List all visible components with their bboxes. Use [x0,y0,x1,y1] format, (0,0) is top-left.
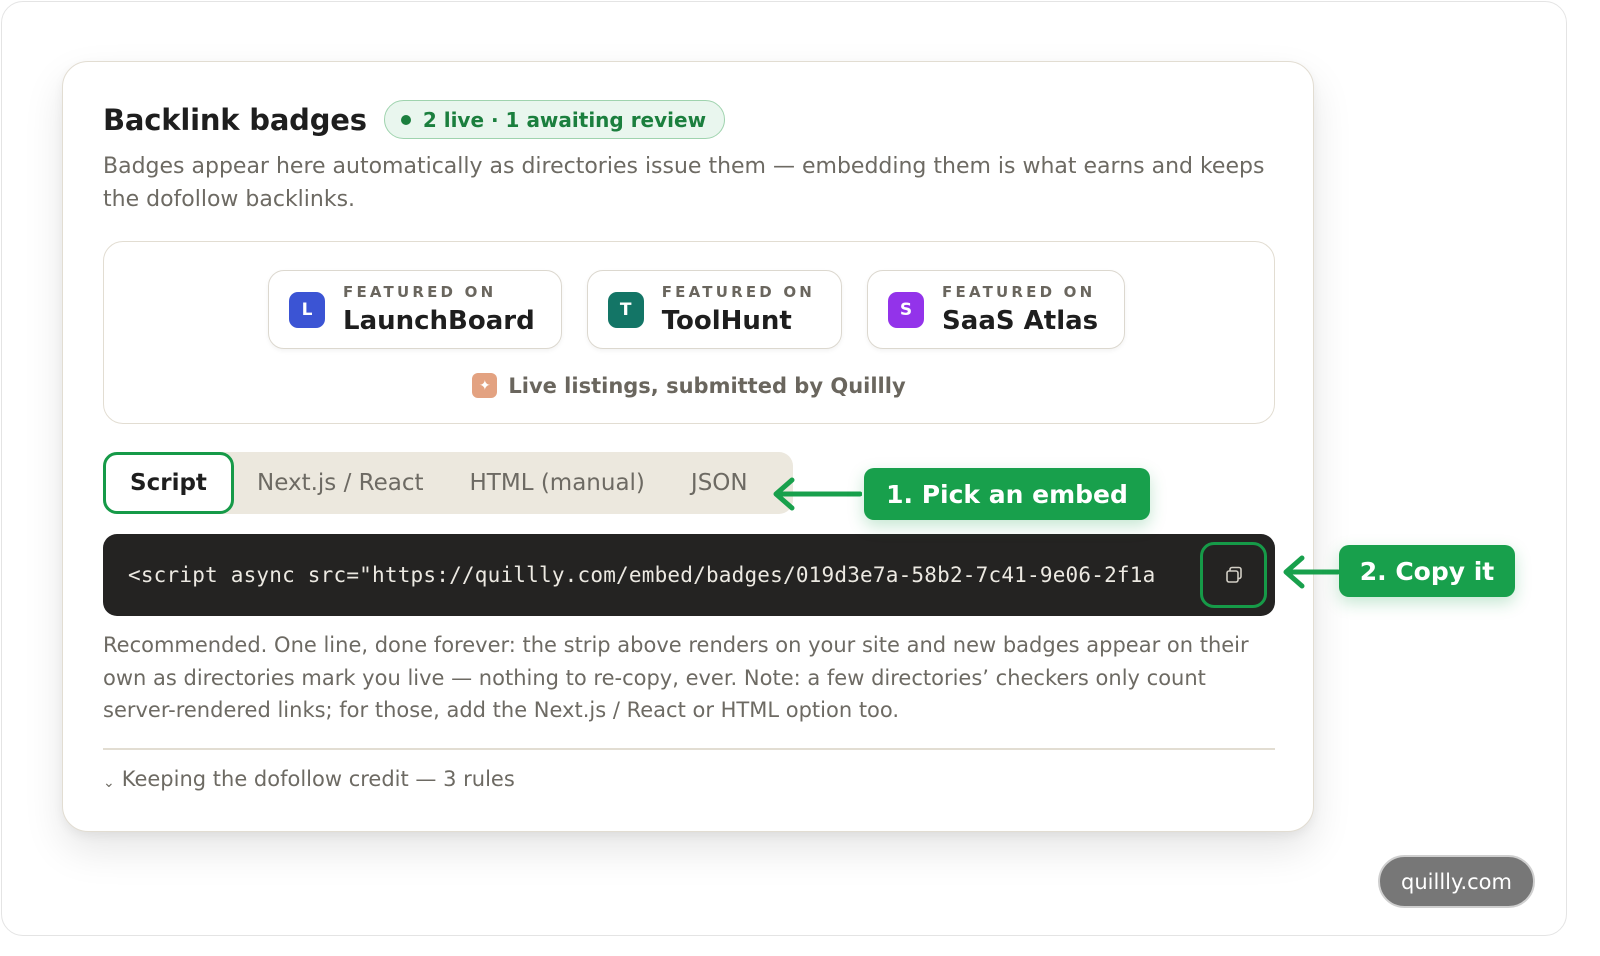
copy-icon [1225,566,1242,583]
tab-script[interactable]: Script [103,452,234,514]
badge-name: SaaS Atlas [942,306,1099,336]
copy-button[interactable] [1200,542,1267,608]
embed-note: Recommended. One line, done forever: the… [103,633,1249,722]
card-title: Backlink badges [103,102,367,137]
badge-list: L FEATURED ON LaunchBoard T FEATURED ON … [268,270,1126,349]
callout-pick-embed: 1. Pick an embed [864,468,1150,520]
badge-kicker: FEATURED ON [343,283,497,301]
status-text: 2 live · 1 awaiting review [422,107,707,132]
chevron-down-icon: ⌄ [103,775,115,791]
callout-copy-it: 2. Copy it [1339,545,1515,597]
badge-kicker: FEATURED ON [661,283,816,301]
attribution-link[interactable]: ✦ Live listings, submitted by Quillly [104,373,1274,398]
card-header: Backlink badges 2 live · 1 awaiting revi… [103,100,726,139]
tab-html-manual[interactable]: HTML (manual) [447,452,668,514]
status-dot-icon [400,114,411,125]
arrow-left-icon [773,477,862,511]
rules-label: Keeping the dofollow credit — 3 rules [121,767,515,791]
badge-name: LaunchBoard [343,306,535,336]
embed-code-snippet[interactable]: <script async src="https://quillly.com/e… [128,534,1198,616]
tab-nextjs-react[interactable]: Next.js / React [234,452,447,514]
badge-preview-strip: L FEATURED ON LaunchBoard T FEATURED ON … [103,241,1275,424]
card-description: Badges appear here automatically as dire… [103,154,1265,212]
saas-atlas-logo-icon: S [888,291,925,328]
backlink-badges-card: Backlink badges 2 live · 1 awaiting revi… [62,61,1314,832]
rules-disclosure[interactable]: ⌄ Keeping the dofollow credit — 3 rules [103,767,515,791]
launchboard-logo-icon: L [289,291,325,328]
site-watermark: quillly.com [1378,855,1535,908]
badge-name: ToolHunt [661,306,792,336]
badge-saas-atlas[interactable]: S FEATURED ON SaaS Atlas [867,270,1126,349]
sparkle-icon: ✦ [472,373,498,398]
status-badge: 2 live · 1 awaiting review [383,100,726,139]
attribution-text: Live listings, submitted by Quillly [508,373,906,398]
embed-tabs: Script Next.js / React HTML (manual) JSO… [103,452,793,514]
toolhunt-logo-icon: T [607,291,644,328]
arrow-left-icon [1283,555,1340,589]
tab-json[interactable]: JSON [668,452,771,514]
badge-kicker: FEATURED ON [942,283,1096,301]
badge-toolhunt[interactable]: T FEATURED ON ToolHunt [586,270,843,349]
embed-code-block: <script async src="https://quillly.com/e… [103,534,1275,616]
divider [103,748,1275,750]
badge-launchboard[interactable]: L FEATURED ON LaunchBoard [268,270,562,349]
